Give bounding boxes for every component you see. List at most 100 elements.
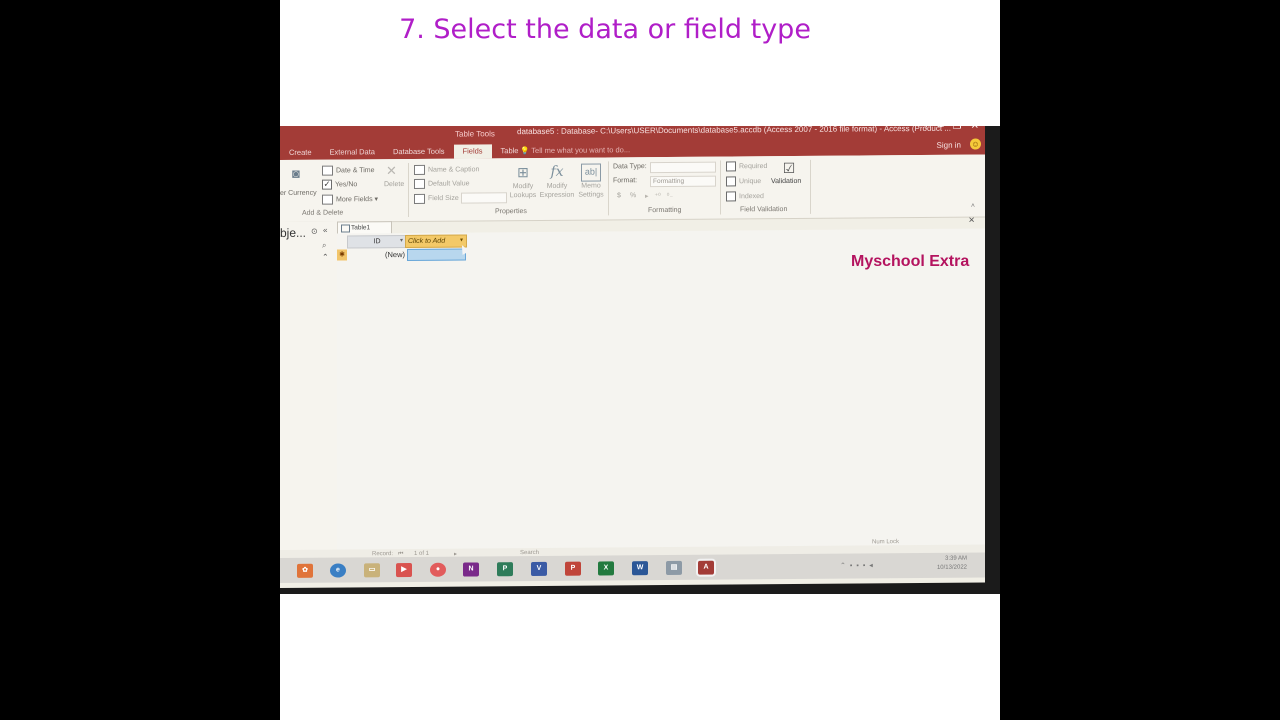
field-validation-group-label: Field Validation: [740, 206, 788, 214]
taskbar-clock[interactable]: 3:39 AM 10/13/2022: [937, 555, 967, 573]
modify-expression-button[interactable]: Modify Expression: [538, 182, 576, 200]
tab-fields[interactable]: Fields: [453, 144, 492, 159]
unique-checkbox[interactable]: Unique: [726, 176, 762, 187]
default-value-button[interactable]: Default Value: [414, 178, 470, 189]
group-divider: [408, 162, 409, 217]
tab-create[interactable]: Create: [280, 146, 321, 160]
file-explorer-icon[interactable]: ▭: [364, 563, 380, 578]
checkbox-icon: ✓: [322, 179, 332, 190]
group-divider: [720, 160, 721, 215]
taskbar-app-icon[interactable]: X: [598, 561, 614, 576]
close-document-icon[interactable]: ✕: [968, 216, 975, 225]
unique-check-icon: [726, 176, 736, 187]
nav-pane-title: bje...: [280, 225, 307, 240]
delete-icon: ✕: [386, 163, 397, 179]
format-label: Format:: [613, 177, 638, 185]
ribbon: ◙ er Currency Date & Time ✓ Yes/No More F…: [280, 154, 985, 223]
table1-tab-label: Table1: [351, 224, 371, 232]
decimal-buttons[interactable]: ▸ ⁺⁰ ⁰₋: [645, 192, 673, 200]
chevron-up-icon[interactable]: ⌃: [322, 253, 329, 262]
active-cell[interactable]: [407, 248, 466, 262]
taskbar-app-icon[interactable]: P: [565, 561, 581, 576]
new-record-id-cell[interactable]: (New): [351, 249, 405, 260]
percent-format-button[interactable]: %: [630, 192, 636, 199]
more-fields-label: More Fields: [336, 196, 373, 204]
step-caption: 7. Select the data or field type: [399, 14, 811, 45]
start-icon[interactable]: ✿: [297, 563, 313, 578]
default-value-icon: [414, 178, 425, 189]
name-caption-label: Name & Caption: [428, 166, 480, 174]
field-size-icon: [414, 193, 425, 204]
field-size-input[interactable]: [460, 192, 507, 204]
new-record-selector[interactable]: ✱: [337, 249, 347, 261]
taskbar-app-icon[interactable]: P: [497, 562, 513, 577]
yes-no-button[interactable]: ✓ Yes/No: [322, 179, 357, 190]
table-tools-label: Table Tools: [455, 129, 495, 139]
required-label: Required: [739, 163, 768, 171]
search-icon[interactable]: ⌕: [322, 241, 326, 251]
name-caption-button[interactable]: Name & Caption: [414, 164, 479, 175]
fx-icon: fx: [550, 163, 564, 180]
currency-button[interactable]: er Currency: [280, 190, 317, 197]
nav-menu-icon[interactable]: ⊙: [311, 227, 318, 236]
currency-format-button[interactable]: $: [617, 192, 621, 199]
taskbar-app-icon[interactable]: ▤: [666, 560, 682, 575]
browser-icon[interactable]: e: [330, 563, 346, 578]
minimize-icon[interactable]: –: [938, 126, 944, 132]
format-dropdown[interactable]: Formatting: [650, 175, 716, 188]
click-to-add-label: Click to Add: [408, 237, 446, 245]
taskbar-app-icon[interactable]: N: [463, 562, 479, 577]
taskbar-app-icon[interactable]: V: [531, 561, 547, 577]
media-player-icon[interactable]: ▶: [396, 562, 412, 578]
datasheet: ID ▾ Click to Add ▾ ✱ (New): [337, 228, 985, 552]
calendar-icon: [322, 165, 333, 176]
indexed-check-icon: [726, 191, 736, 202]
shutter-bar-icon[interactable]: «: [323, 226, 327, 235]
access-taskbar-icon[interactable]: A: [696, 558, 716, 577]
validation-icon: ☑: [782, 159, 796, 177]
modify-lookups-button[interactable]: Modify Lookups: [508, 182, 538, 200]
group-divider: [608, 161, 609, 216]
indexed-checkbox[interactable]: Indexed: [726, 191, 764, 202]
more-fields-button[interactable]: More Fields ▾: [322, 194, 378, 205]
access-window: Table Tools database5 : Database- C:\Use…: [280, 126, 985, 588]
num-lock-indicator: Num Lock: [872, 539, 900, 546]
taskbar-app-icon[interactable]: W: [632, 561, 648, 576]
table-icon: [341, 224, 350, 233]
sign-in-link[interactable]: Sign in: [937, 141, 961, 150]
add-delete-group-label: Add & Delete: [302, 209, 344, 217]
more-fields-icon: [322, 194, 333, 205]
clock-date: 10/13/2022: [936, 564, 967, 571]
modify-lookups-icon: ⊞: [517, 164, 529, 181]
restore-icon[interactable]: ❐: [953, 126, 962, 132]
monitor-photo: Table Tools database5 : Database- C:\Use…: [280, 126, 1000, 594]
currency-icon: ◙: [292, 165, 300, 181]
column-header-id[interactable]: ID ▾: [347, 235, 407, 249]
app-icon[interactable]: ●: [430, 562, 446, 577]
close-icon[interactable]: ✕: [971, 126, 979, 132]
delete-button[interactable]: Delete: [384, 181, 404, 188]
field-size-row: Field Size: [414, 192, 507, 204]
required-checkbox[interactable]: Required: [726, 161, 768, 172]
unique-label: Unique: [739, 178, 762, 186]
tell-me-box[interactable]: 💡 Tell me what you want to do...: [520, 145, 630, 155]
collapse-ribbon-icon[interactable]: ˄: [971, 203, 975, 210]
memo-settings-button[interactable]: Memo Settings: [576, 181, 606, 199]
formatting-group-label: Formatting: [648, 206, 682, 215]
tab-external-data[interactable]: External Data: [321, 145, 384, 159]
indexed-label: Indexed: [739, 193, 764, 201]
tell-me-text: Tell me what you want to do...: [531, 145, 631, 156]
required-check-icon: [726, 161, 736, 172]
feedback-smiley-icon[interactable]: ☺: [970, 138, 981, 150]
data-type-dropdown[interactable]: [650, 161, 716, 174]
system-tray-icons[interactable]: ⌃▪▪▪◂: [840, 561, 877, 569]
validation-button[interactable]: Validation: [771, 178, 801, 185]
help-icon[interactable]: ?: [924, 126, 930, 132]
clock-time: 3:39 AM: [944, 555, 967, 562]
default-value-label: Default Value: [428, 180, 470, 188]
group-divider: [810, 159, 811, 214]
date-time-button[interactable]: Date & Time: [322, 165, 375, 176]
tab-database-tools[interactable]: Database Tools: [384, 145, 454, 160]
chevron-down-icon[interactable]: ▾: [400, 236, 403, 247]
name-caption-icon: [414, 164, 425, 175]
